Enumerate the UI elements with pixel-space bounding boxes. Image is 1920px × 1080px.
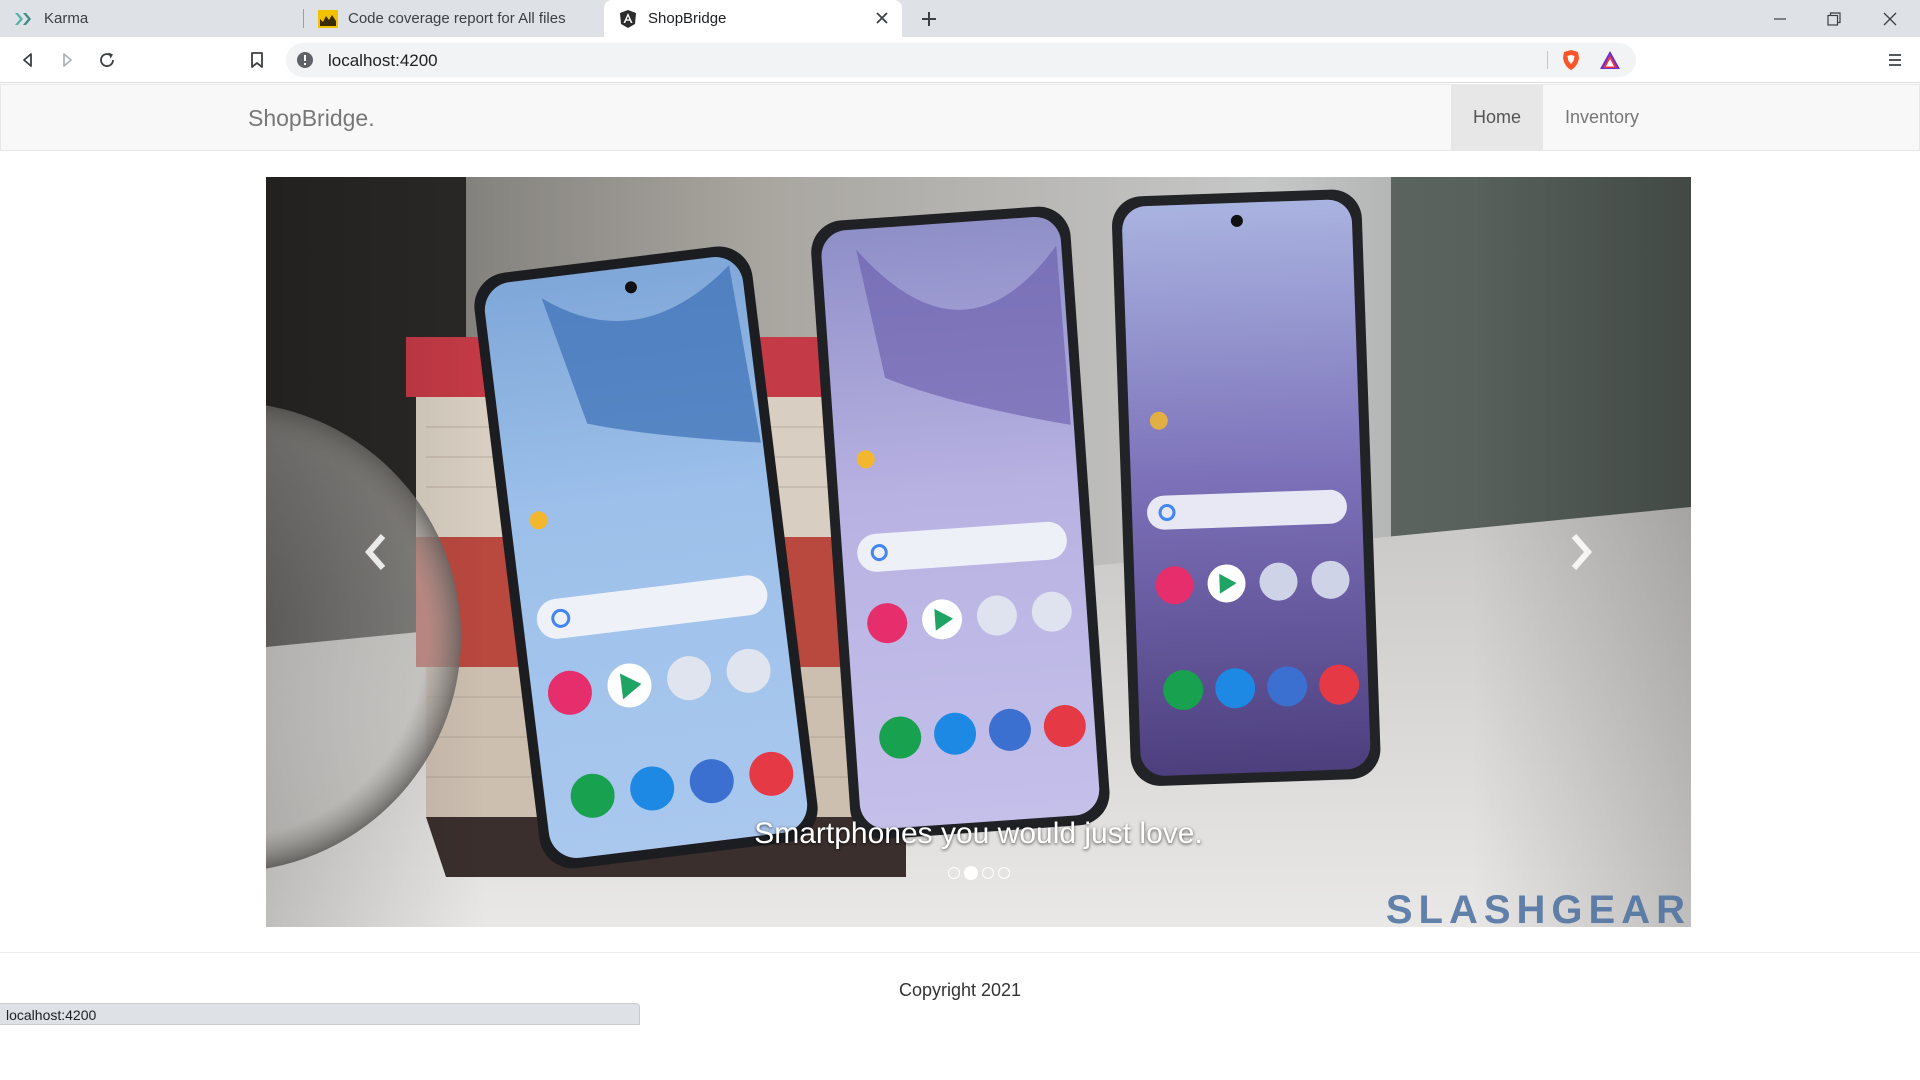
footer-divider xyxy=(0,952,1920,953)
browser-toolbar: localhost:4200 xyxy=(0,37,1920,83)
brave-shields-icon[interactable] xyxy=(1560,49,1582,71)
restore-button[interactable] xyxy=(1806,0,1862,37)
browser-tab-bar: Karma Code coverage report for All files… xyxy=(0,0,1920,37)
site-navbar: ShopBridge. Home Inventory xyxy=(0,84,1920,151)
minimize-button[interactable] xyxy=(1752,0,1808,37)
page-content: ShopBridge. Home Inventory Smartphones y… xyxy=(0,84,1920,1080)
restore-icon xyxy=(1827,11,1841,26)
site-info-icon[interactable] xyxy=(296,51,314,69)
brave-rewards-icon[interactable] xyxy=(1598,49,1622,71)
tab-label: ShopBridge xyxy=(648,10,727,27)
browser-status-bar: localhost:4200 xyxy=(0,1003,640,1025)
new-tab-button[interactable] xyxy=(916,6,942,32)
plus-icon xyxy=(922,12,936,26)
karma-logo-icon xyxy=(14,9,34,29)
site-footer: Copyright 2021 xyxy=(898,980,1022,1000)
tab-label: Karma xyxy=(44,10,89,27)
tab-shopbridge[interactable]: ShopBridge xyxy=(604,0,902,37)
hero-carousel[interactable]: Smartphones you would just love. SLASHGE… xyxy=(266,177,1691,927)
site-brand[interactable]: ShopBridge. xyxy=(248,105,375,132)
chevron-left-icon xyxy=(365,534,386,570)
hamburger-menu-icon xyxy=(1889,54,1901,66)
close-icon xyxy=(1883,12,1897,25)
nav-home[interactable]: Home xyxy=(1451,85,1544,150)
carousel-caption: Smartphones you would just love. xyxy=(754,817,1203,850)
angular-logo-icon xyxy=(618,9,638,29)
forward-arrow-icon xyxy=(63,53,72,67)
minimize-icon xyxy=(1774,17,1786,20)
istanbul-logo-icon xyxy=(318,9,338,29)
bookmark-icon xyxy=(251,52,263,68)
address-bar[interactable]: localhost:4200 xyxy=(286,43,1636,77)
omnibox-divider xyxy=(1547,51,1548,69)
reload-button[interactable] xyxy=(94,47,120,73)
chevron-right-icon xyxy=(1571,534,1592,570)
carousel-indicators xyxy=(266,866,1691,880)
carousel-prev-button[interactable] xyxy=(266,177,486,927)
tab-karma[interactable]: Karma xyxy=(0,0,302,37)
carousel-indicator-1[interactable] xyxy=(947,867,960,879)
image-watermark: SLASHGEAR xyxy=(1385,888,1691,927)
carousel-indicator-3[interactable] xyxy=(981,867,994,879)
back-button[interactable] xyxy=(15,47,41,73)
site-nav: Home Inventory xyxy=(1451,85,1661,150)
browser-menu-button[interactable] xyxy=(1882,47,1908,73)
carousel-indicator-2[interactable] xyxy=(963,866,978,880)
address-text[interactable]: localhost:4200 xyxy=(328,51,438,71)
nav-inventory[interactable]: Inventory xyxy=(1543,85,1661,150)
bookmark-button[interactable] xyxy=(244,47,270,73)
close-tab-icon[interactable] xyxy=(872,8,892,28)
tab-coverage[interactable]: Code coverage report for All files xyxy=(304,0,602,37)
forward-button[interactable] xyxy=(54,47,80,73)
carousel-next-button[interactable] xyxy=(1471,177,1691,927)
back-arrow-icon xyxy=(23,53,32,67)
close-window-button[interactable] xyxy=(1862,0,1918,37)
tab-label: Code coverage report for All files xyxy=(348,10,566,27)
carousel-indicator-4[interactable] xyxy=(997,867,1010,879)
reload-icon xyxy=(100,52,114,67)
